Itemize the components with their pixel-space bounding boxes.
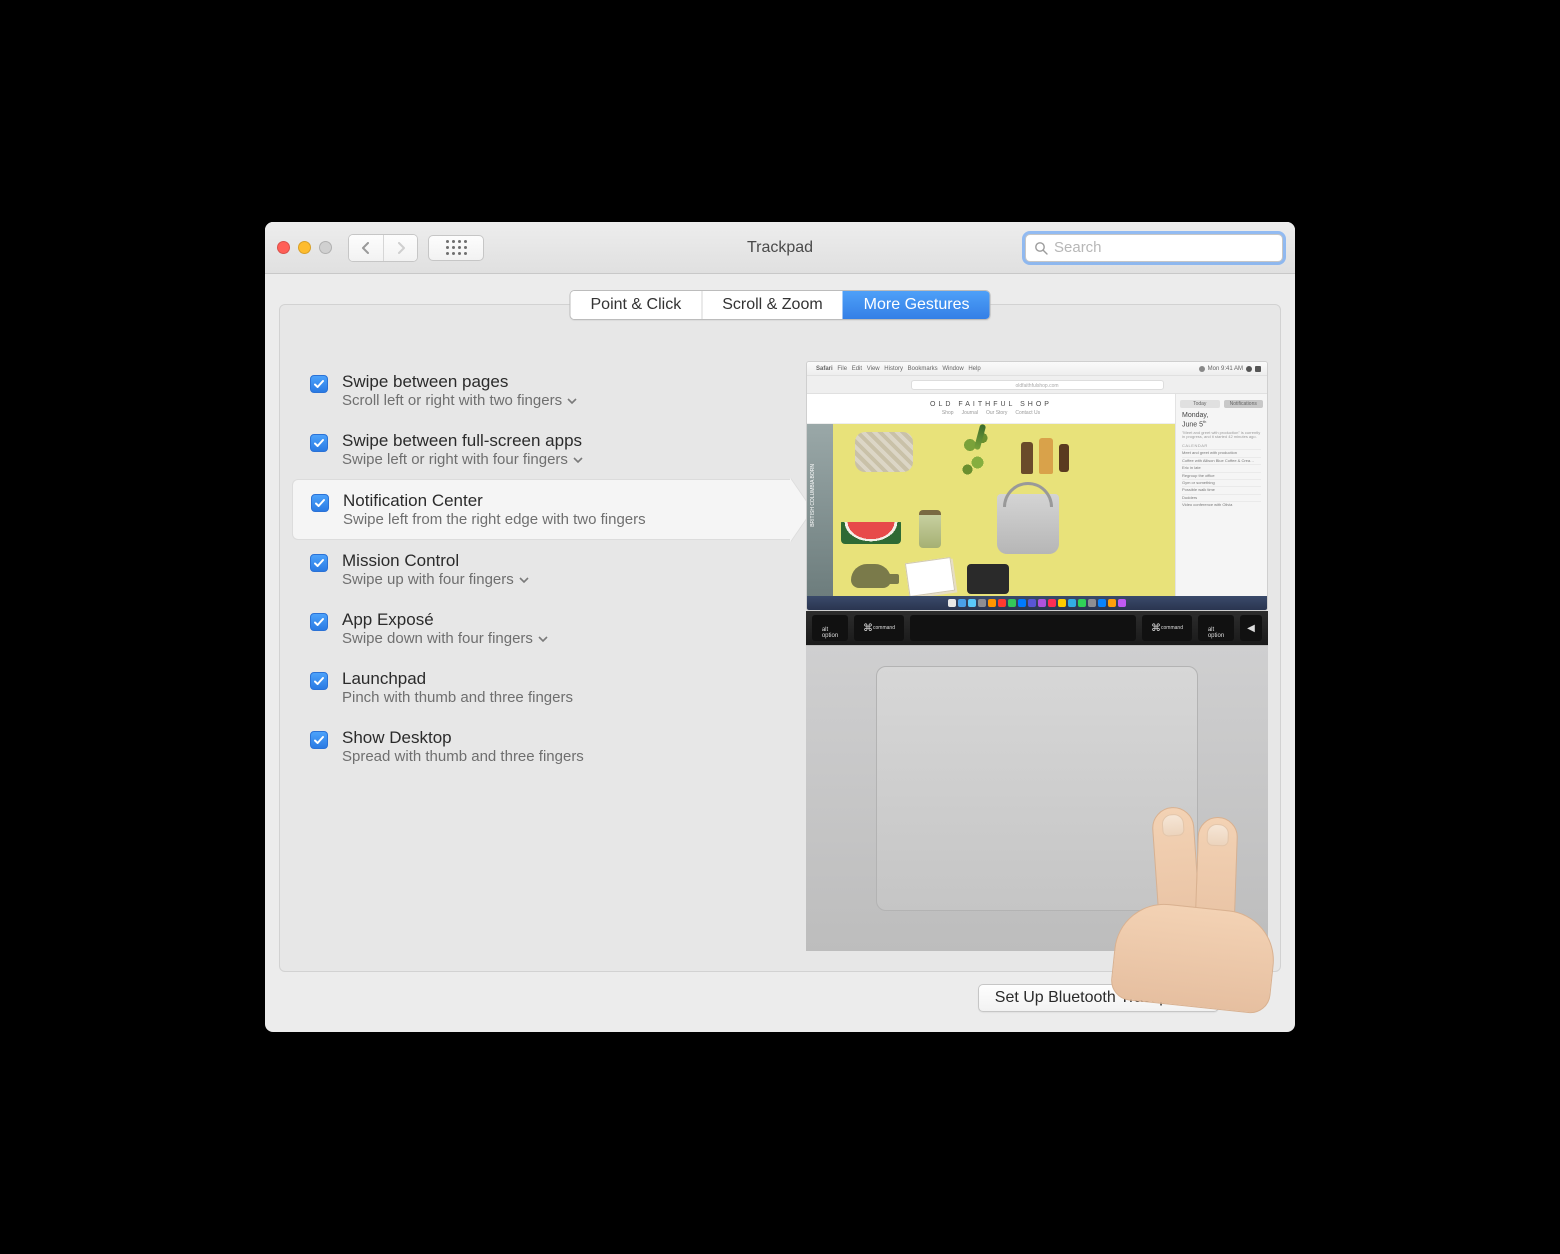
option-title: App Exposé: [342, 610, 548, 630]
preview-site-nav: Shop Journal Our Story Contact Us: [942, 410, 1040, 416]
search-icon: [1034, 241, 1048, 255]
close-window-button[interactable]: [277, 241, 290, 254]
option-subtitle: Swipe left from the right edge with two …: [343, 511, 646, 528]
option-swipe-fullscreen[interactable]: Swipe between full-screen apps Swipe lef…: [292, 420, 778, 479]
preview-menubar: Safari File Edit View History Bookmarks …: [807, 362, 1267, 376]
preview-keyboard: altoption ⌘command ⌘command altoption ◀: [806, 611, 1268, 645]
minimize-window-button[interactable]: [298, 241, 311, 254]
checkbox-swipe-fullscreen[interactable]: [310, 434, 328, 452]
forward-button[interactable]: [383, 235, 417, 261]
nc-mini-icon: [1255, 366, 1261, 372]
checkbox-launchpad[interactable]: [310, 672, 328, 690]
nc-section-header: CALENDAR: [1182, 443, 1261, 448]
preview-site-hero: BRITISH COLUMBIA BORN: [807, 424, 1175, 596]
grid-icon: [446, 240, 467, 255]
preview-screen: Safari File Edit View History Bookmarks …: [806, 361, 1268, 611]
tab-strip: Point & Click Scroll & Zoom More Gesture…: [570, 290, 991, 320]
option-app-expose[interactable]: App Exposé Swipe down with four fingers: [292, 599, 778, 658]
option-title: Mission Control: [342, 551, 529, 571]
nc-event: Dudders: [1182, 494, 1261, 500]
window-title: Trackpad: [747, 239, 813, 257]
status-icon: [1199, 366, 1205, 372]
option-title: Launchpad: [342, 669, 573, 689]
preview-site: OLD FAITHFUL SHOP Shop Journal Our Story…: [807, 394, 1175, 596]
chevron-down-icon: [567, 397, 577, 405]
preview-menubar-left: Safari File Edit View History Bookmarks …: [813, 366, 984, 372]
preview-trackpad: [806, 645, 1268, 951]
nc-date: Monday, June 5th: [1182, 412, 1261, 429]
checkbox-app-expose[interactable]: [310, 613, 328, 631]
preview-url-bar: oldfaithfulshop.com: [911, 380, 1164, 390]
content: Point & Click Scroll & Zoom More Gesture…: [265, 274, 1295, 1032]
option-title: Notification Center: [343, 491, 646, 511]
option-show-desktop[interactable]: Show Desktop Spread with thumb and three…: [292, 717, 778, 776]
preferences-window: Trackpad Point & Click Scroll & Zoom Mor…: [265, 222, 1295, 1032]
chevron-down-icon: [538, 635, 548, 643]
search-field[interactable]: [1025, 234, 1283, 262]
option-subtitle[interactable]: Swipe up with four fingers: [342, 571, 529, 588]
preview-clock: Mon 9:41 AM: [1208, 366, 1243, 372]
chevron-down-icon: [573, 456, 583, 464]
traffic-lights: [277, 241, 332, 254]
checkbox-swipe-pages[interactable]: [310, 375, 328, 393]
tab-scroll-zoom[interactable]: Scroll & Zoom: [701, 291, 842, 319]
preview-dock: [807, 596, 1267, 610]
panel-body: Swipe between pages Scroll left or right…: [280, 361, 1280, 971]
settings-panel: Point & Click Scroll & Zoom More Gesture…: [279, 304, 1281, 972]
option-title: Swipe between pages: [342, 372, 577, 392]
preview-notification-center: Today Notifications Monday, June 5th "Me…: [1175, 394, 1267, 596]
chevron-left-icon: [361, 242, 371, 254]
preview-menubar-right: Mon 9:41 AM: [1199, 366, 1261, 372]
checkbox-show-desktop[interactable]: [310, 731, 328, 749]
titlebar: Trackpad: [265, 222, 1295, 274]
option-title: Show Desktop: [342, 728, 584, 748]
option-subtitle[interactable]: Swipe left or right with four fingers: [342, 451, 583, 468]
back-button[interactable]: [349, 235, 383, 261]
nc-event: Eric in late: [1182, 464, 1261, 470]
nc-event: Possible walk time: [1182, 486, 1261, 492]
nc-summary: "Meet and greet with production" is curr…: [1182, 431, 1261, 440]
preview-browser-toolbar: oldfaithfulshop.com: [807, 376, 1267, 394]
option-subtitle: Spread with thumb and three fingers: [342, 748, 584, 765]
nav-buttons: [348, 234, 418, 262]
search-input[interactable]: [1048, 239, 1274, 256]
option-subtitle[interactable]: Swipe down with four fingers: [342, 630, 548, 647]
option-mission-control[interactable]: Mission Control Swipe up with four finge…: [292, 540, 778, 599]
option-subtitle: Pinch with thumb and three fingers: [342, 689, 573, 706]
nc-event: Video conference with Olivia: [1182, 501, 1261, 507]
option-swipe-pages[interactable]: Swipe between pages Scroll left or right…: [292, 361, 778, 420]
hand-icon: [1084, 727, 1274, 957]
tab-point-click[interactable]: Point & Click: [571, 291, 702, 319]
option-notification-center[interactable]: Notification Center Swipe left from the …: [292, 479, 790, 540]
zoom-window-button[interactable]: [319, 241, 332, 254]
gesture-options-list: Swipe between pages Scroll left or right…: [292, 361, 778, 951]
tab-more-gestures[interactable]: More Gestures: [843, 291, 990, 319]
gesture-preview: Safari File Edit View History Bookmarks …: [806, 361, 1268, 951]
chevron-right-icon: [396, 242, 406, 254]
option-title: Swipe between full-screen apps: [342, 431, 583, 451]
nc-tab-notifications: Notifications: [1224, 400, 1264, 408]
preview-site-brand: OLD FAITHFUL SHOP: [930, 401, 1052, 408]
chevron-down-icon: [519, 576, 529, 584]
checkbox-mission-control[interactable]: [310, 554, 328, 572]
nc-event: Regroup the office: [1182, 472, 1261, 478]
option-launchpad[interactable]: Launchpad Pinch with thumb and three fin…: [292, 658, 778, 717]
nc-event: Meet and greet with production: [1182, 449, 1261, 455]
nc-tab-today: Today: [1180, 400, 1220, 408]
nc-event: Coffee with Allison Blue Coffee & Crea…: [1182, 457, 1261, 463]
search-mini-icon: [1246, 366, 1252, 372]
nc-event: Gym or something: [1182, 479, 1261, 485]
option-subtitle[interactable]: Scroll left or right with two fingers: [342, 392, 577, 409]
checkbox-notification-center[interactable]: [311, 494, 329, 512]
show-all-button[interactable]: [428, 235, 484, 261]
